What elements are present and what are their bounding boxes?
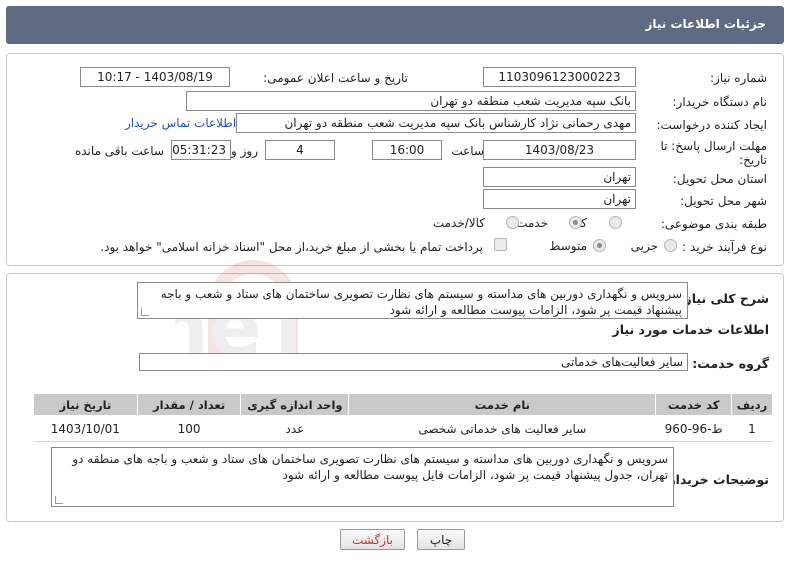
process-option-minor: جزیی [630,239,658,253]
process-label: نوع فرآیند خرید : [682,240,767,254]
category-option-goods-service: کالا/خدمت [432,216,485,230]
col-header-service-code: کد خدمت [655,393,732,416]
category-radio-goods[interactable] [609,216,622,229]
city-label: شهر محل تحویل: [680,194,767,208]
province-label: استان محل تحویل: [672,172,767,186]
table-header-row: ردیف کد خدمت نام خدمت واحد اندازه گیری ت… [33,393,773,416]
resize-handle-icon[interactable] [141,308,149,316]
back-button[interactable]: بازگشت [340,529,405,550]
city-field: تهران [483,189,636,209]
col-header-unit: واحد اندازه گیری [240,393,350,416]
cell-row-num: 1 [731,415,773,442]
process-radio-minor[interactable] [664,239,677,252]
deadline-label-line2: تاریخ: [739,153,767,167]
need-number-field: 1103096123000223 [483,67,636,87]
announce-datetime-label: تاریخ و ساعت اعلان عمومی: [263,71,408,85]
page-title: جزئیات اطلاعات نیاز [645,17,766,31]
cell-service-name: سایر فعالیت های خدماتی شخصی [348,415,656,442]
buyer-notes-label: توضیحات خریدار: [663,472,769,487]
treasury-checkbox[interactable] [494,238,507,251]
services-section-title: اطلاعات خدمات مورد نیاز [612,322,770,337]
col-header-need-date: تاریخ نیاز [33,393,138,416]
deadline-time-label: ساعت [451,144,484,158]
header-bar: جزئیات اطلاعات نیاز [6,6,784,44]
category-radio-service[interactable] [569,216,582,229]
col-header-service-name: نام خدمت [348,393,657,416]
buyer-org-field: بانک سپه مدیریت شعب منطقه دو تهران [186,91,636,111]
cell-unit: عدد [240,415,349,442]
creator-field: مهدی رحمانی نژاد کارشناس بانک سپه مدیریت… [236,113,636,133]
remaining-time-label: ساعت باقی مانده [74,144,164,158]
category-radio-goods-service[interactable] [506,216,519,229]
payment-note: پرداخت تمام یا بخشی از مبلغ خرید،از محل … [100,240,483,254]
deadline-time-field: 16:00 [372,140,442,160]
print-button[interactable]: چاپ [417,529,465,550]
deadline-date-field: 1403/08/23 [483,140,636,160]
service-group-label: گروه خدمت: [692,356,769,371]
summary-textarea[interactable]: سرویس و نگهداری دوربین های مداسته و سیست… [137,282,688,319]
province-field: تهران [483,167,636,187]
col-header-row-num: ردیف [731,393,773,416]
table-row: 1 ط-96-960 سایر فعالیت های خدماتی شخصی ع… [33,415,773,442]
need-number-label: شماره نیاز: [710,71,767,85]
process-radio-medium[interactable] [593,239,606,252]
col-header-quantity: تعداد / مقدار [136,393,242,416]
deadline-label-line1: مهلت ارسال پاسخ: تا [660,139,767,153]
category-option-service: خدمت [516,216,548,230]
process-option-medium: متوسط [549,239,587,253]
announce-datetime-field: 1403/08/19 - 10:17 [80,67,230,87]
buyer-notes-text: سرویس و نگهداری دوربین های مداسته و سیست… [72,452,668,482]
buyer-org-label: نام دستگاه خریدار: [672,95,768,109]
creator-label: ایجاد کننده درخواست: [656,118,767,132]
summary-label: شرح کلی نیاز: [679,291,769,306]
category-label: طبقه بندی موضوعی: [660,217,767,231]
resize-handle-icon[interactable] [55,496,63,504]
service-group-field: سایر فعالیت‌های خدماتی [139,353,688,371]
days-remaining-field: 4 [265,140,335,160]
cell-quantity: 100 [137,415,241,442]
remaining-time-field: 05:31:23 [171,140,231,160]
buyer-notes-textarea[interactable]: سرویس و نگهداری دوربین های مداسته و سیست… [51,447,674,507]
cell-service-code: ط-96-960 [655,415,732,442]
summary-text: سرویس و نگهداری دوربین های مداسته و سیست… [160,287,682,317]
services-table: ردیف کد خدمت نام خدمت واحد اندازه گیری ت… [33,393,773,442]
cell-need-date: 1403/10/01 [33,415,138,442]
buyer-contact-link[interactable]: اطلاعات تماس خریدار [125,116,236,130]
days-label: روز و [231,144,258,158]
